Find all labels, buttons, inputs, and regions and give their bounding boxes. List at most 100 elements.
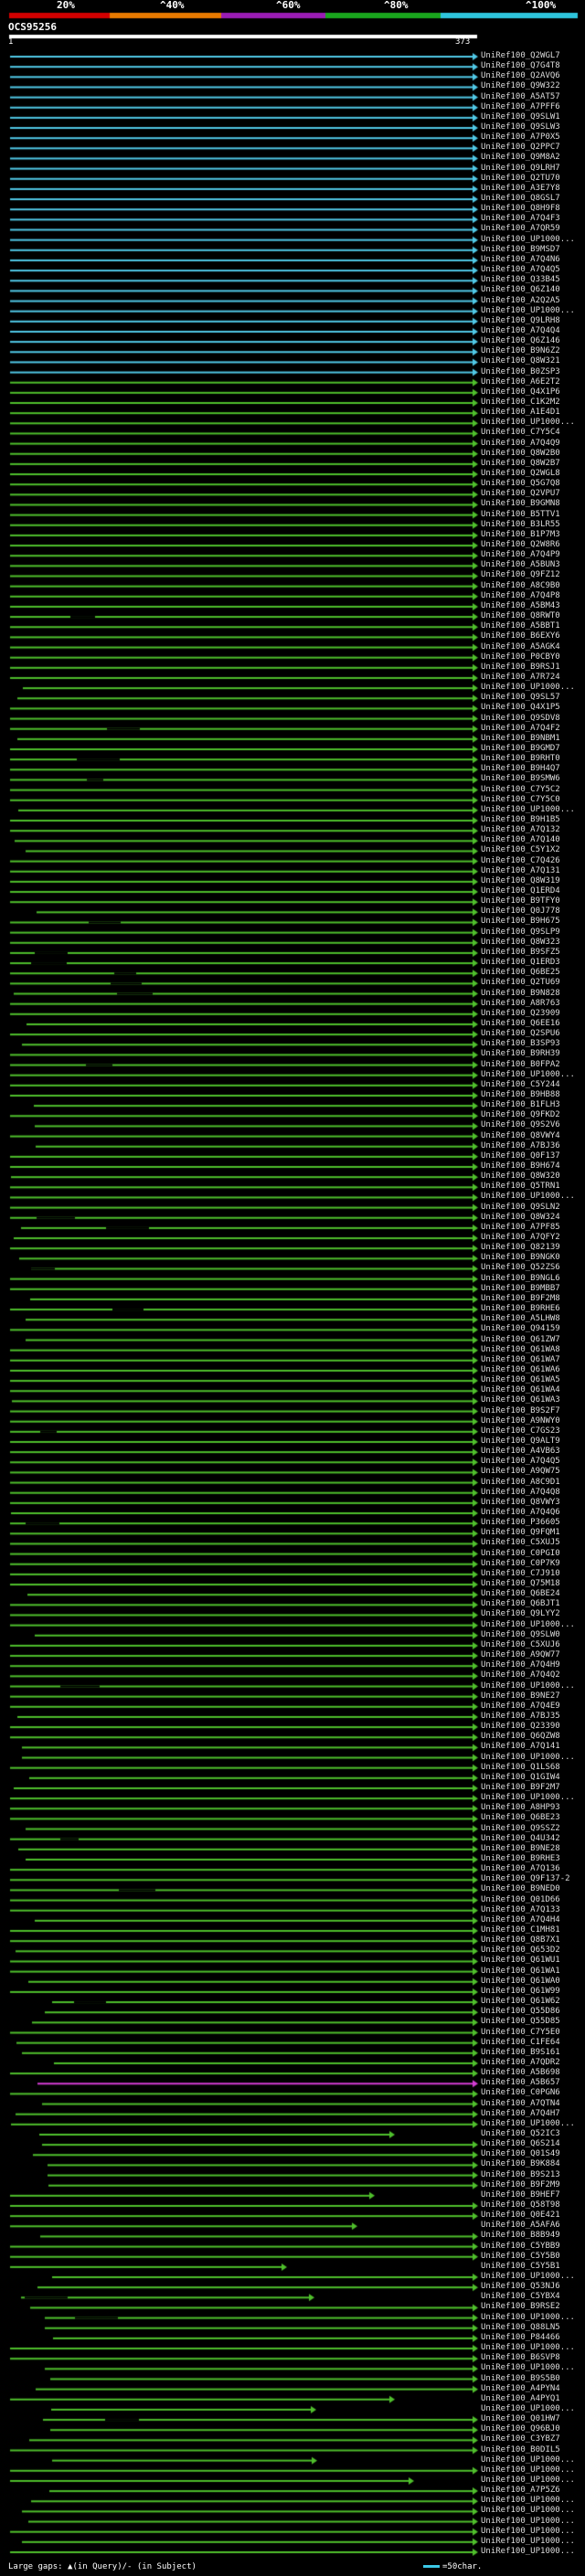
hit-label[interactable]: UniRef100_Q55D86 <box>481 2007 560 2016</box>
hit-label[interactable]: UniRef100_B9NGL6 <box>481 1274 560 1283</box>
hit-label[interactable]: UniRef100_Q6Z140 <box>481 285 560 294</box>
hit-label[interactable]: UniRef100_B0FPA2 <box>481 1060 560 1069</box>
hit-label[interactable]: UniRef100_A7Q131 <box>481 866 560 875</box>
hit-label[interactable]: UniRef100_B9NBM1 <box>481 734 560 743</box>
hit-label[interactable]: UniRef100_C5YBX4 <box>481 2292 560 2301</box>
hit-label[interactable]: UniRef100_Q82139 <box>481 1243 560 1252</box>
hit-label[interactable]: UniRef100_A3E7Y8 <box>481 184 560 193</box>
hit-label[interactable]: UniRef100_Q8GSL7 <box>481 194 560 203</box>
hit-label[interactable]: UniRef100_Q9W322 <box>481 81 560 90</box>
hit-label[interactable]: UniRef100_Q94159 <box>481 1324 560 1333</box>
hit-label[interactable]: UniRef100_Q33B45 <box>481 275 560 284</box>
hit-label[interactable]: UniRef100_Q2SPU6 <box>481 1029 560 1038</box>
hit-label[interactable]: UniRef100_A5AGK4 <box>481 642 560 652</box>
hit-label[interactable]: UniRef100_Q653D2 <box>481 1945 560 1955</box>
hit-label[interactable]: UniRef100_Q1ERD4 <box>481 886 560 896</box>
hit-label[interactable]: UniRef100_A7QFY2 <box>481 1233 560 1242</box>
hit-label[interactable]: UniRef100_B9GMD7 <box>481 744 560 753</box>
hit-label[interactable]: UniRef100_Q9FZ12 <box>481 570 560 579</box>
hit-label[interactable]: UniRef100_A5AFA6 <box>481 2221 560 2230</box>
hit-label[interactable]: UniRef100_Q52IC3 <box>481 2129 560 2138</box>
hit-label[interactable]: UniRef100_Q61ZW7 <box>481 1335 560 1344</box>
hit-label[interactable]: UniRef100_Q9LRH7 <box>481 164 560 173</box>
hit-label[interactable]: UniRef100_Q61WA6 <box>481 1365 560 1374</box>
hit-label[interactable]: UniRef100_Q01D66 <box>481 1895 560 1904</box>
hit-label[interactable]: UniRef100_A7Q4Q2 <box>481 1670 560 1680</box>
hit-label[interactable]: UniRef100_Q23390 <box>481 1722 560 1731</box>
hit-label[interactable]: UniRef100_UP1000... <box>481 2343 575 2352</box>
hit-label[interactable]: UniRef100_UP1000... <box>481 1192 575 1201</box>
hit-label[interactable]: UniRef100_B6SVP8 <box>481 2353 560 2362</box>
hit-label[interactable]: UniRef100_Q9SLW0 <box>481 1630 560 1639</box>
hit-label[interactable]: UniRef100_B0DIL5 <box>481 2445 560 2454</box>
hit-label[interactable]: UniRef100_A7Q140 <box>481 835 560 844</box>
hit-label[interactable]: UniRef100_Q8W319 <box>481 876 560 885</box>
hit-label[interactable]: UniRef100_B1P7M3 <box>481 530 560 539</box>
hit-label[interactable]: UniRef100_C5XUJ5 <box>481 1538 560 1547</box>
hit-label[interactable]: UniRef100_Q6BJT1 <box>481 1599 560 1608</box>
hit-label[interactable]: UniRef100_Q61WA0 <box>481 1977 560 1986</box>
hit-label[interactable]: UniRef100_B9S161 <box>481 2048 560 2057</box>
hit-label[interactable]: UniRef100_B9GMN8 <box>481 499 560 508</box>
hit-label[interactable]: UniRef100_Q2AVQ6 <box>481 71 560 80</box>
hit-label[interactable]: UniRef100_A7Q4Q8 <box>481 1488 560 1497</box>
hit-label[interactable]: UniRef100_A7BJ35 <box>481 1712 560 1721</box>
hit-label[interactable]: UniRef100_Q55D85 <box>481 2017 560 2026</box>
hit-label[interactable]: UniRef100_Q4X1P6 <box>481 387 560 397</box>
hit-label[interactable]: UniRef100_A7Q4Q6 <box>481 1508 560 1517</box>
hit-label[interactable]: UniRef100_UP1000... <box>481 2363 575 2372</box>
hit-label[interactable]: UniRef100_A7Q4F3 <box>481 214 560 223</box>
hit-label[interactable]: UniRef100_Q8RWT0 <box>481 611 560 620</box>
hit-label[interactable]: UniRef100_A7Q136 <box>481 1864 560 1873</box>
hit-label[interactable]: UniRef100_B9RSJ1 <box>481 663 560 672</box>
hit-label[interactable]: UniRef100_UP1000... <box>481 1070 575 1079</box>
hit-label[interactable]: UniRef100_UP1000... <box>481 2465 575 2475</box>
hit-label[interactable]: UniRef100_Q8VWY4 <box>481 1131 560 1140</box>
hit-label[interactable]: UniRef100_Q52ZS6 <box>481 1263 560 1272</box>
hit-label[interactable]: UniRef100_A7Q4H7 <box>481 2109 560 2118</box>
hit-label[interactable]: UniRef100_B9H1B5 <box>481 815 560 824</box>
hit-label[interactable]: UniRef100_Q8W321 <box>481 356 560 366</box>
hit-label[interactable]: UniRef100_Q2W8R6 <box>481 540 560 549</box>
hit-label[interactable]: UniRef100_Q8W320 <box>481 1171 560 1181</box>
hit-label[interactable]: UniRef100_Q9SLW1 <box>481 112 560 122</box>
hit-label[interactable]: UniRef100_Q88LN5 <box>481 2323 560 2332</box>
hit-label[interactable]: UniRef100_B9K884 <box>481 2159 560 2168</box>
hit-label[interactable]: UniRef100_A7QDR2 <box>481 2058 560 2067</box>
hit-label[interactable]: UniRef100_B9NED0 <box>481 1884 560 1893</box>
hit-label[interactable]: UniRef100_Q61WA3 <box>481 1395 560 1405</box>
hit-label[interactable]: UniRef100_A7QR59 <box>481 224 560 233</box>
hit-label[interactable]: UniRef100_B9H675 <box>481 917 560 926</box>
hit-label[interactable]: UniRef100_UP1000... <box>481 2537 575 2546</box>
hit-label[interactable]: UniRef100_A7R724 <box>481 673 560 682</box>
hit-label[interactable]: UniRef100_Q8H9F8 <box>481 204 560 213</box>
hit-label[interactable]: UniRef100_Q7G4T8 <box>481 61 560 70</box>
hit-label[interactable]: UniRef100_B5TTV1 <box>481 510 560 519</box>
hit-label[interactable]: UniRef100_Q0E421 <box>481 2210 560 2220</box>
hit-label[interactable]: UniRef100_A5BBT1 <box>481 621 560 631</box>
hit-label[interactable]: UniRef100_Q9ALT9 <box>481 1436 560 1446</box>
hit-label[interactable]: UniRef100_Q61WA4 <box>481 1385 560 1394</box>
hit-label[interactable]: UniRef100_Q6Z146 <box>481 336 560 345</box>
hit-label[interactable]: UniRef100_A5BM43 <box>481 601 560 610</box>
hit-label[interactable]: UniRef100_P0CBY0 <box>481 652 560 662</box>
hit-label[interactable]: UniRef100_Q9SLP9 <box>481 928 560 937</box>
hit-label[interactable]: UniRef100_UP1000... <box>481 418 575 427</box>
hit-label[interactable]: UniRef100_A4PYQ1 <box>481 2394 560 2403</box>
hit-label[interactable]: UniRef100_C1K2M2 <box>481 398 560 407</box>
hit-label[interactable]: UniRef100_UP1000... <box>481 2506 575 2515</box>
hit-label[interactable]: UniRef100_Q9SLW3 <box>481 122 560 132</box>
hit-label[interactable]: UniRef100_B9TFY0 <box>481 896 560 906</box>
hit-label[interactable]: UniRef100_C5YBB9 <box>481 2242 560 2251</box>
hit-label[interactable]: UniRef100_P84466 <box>481 2333 560 2342</box>
hit-label[interactable]: UniRef100_B9HB88 <box>481 1090 560 1099</box>
hit-label[interactable]: UniRef100_Q5TRN1 <box>481 1182 560 1191</box>
hit-label[interactable]: UniRef100_A7Q4F2 <box>481 724 560 733</box>
hit-label[interactable]: UniRef100_A7Q4H4 <box>481 1915 560 1924</box>
hit-label[interactable]: UniRef100_Q61WU1 <box>481 1956 560 1965</box>
hit-label[interactable]: UniRef100_A6E2T2 <box>481 377 560 387</box>
hit-label[interactable]: UniRef100_A7Q4P8 <box>481 591 560 600</box>
hit-label[interactable]: UniRef100_Q2VPU7 <box>481 489 560 498</box>
hit-label[interactable]: UniRef100_Q1LS68 <box>481 1763 560 1772</box>
hit-label[interactable]: UniRef100_A7P0X5 <box>481 133 560 142</box>
